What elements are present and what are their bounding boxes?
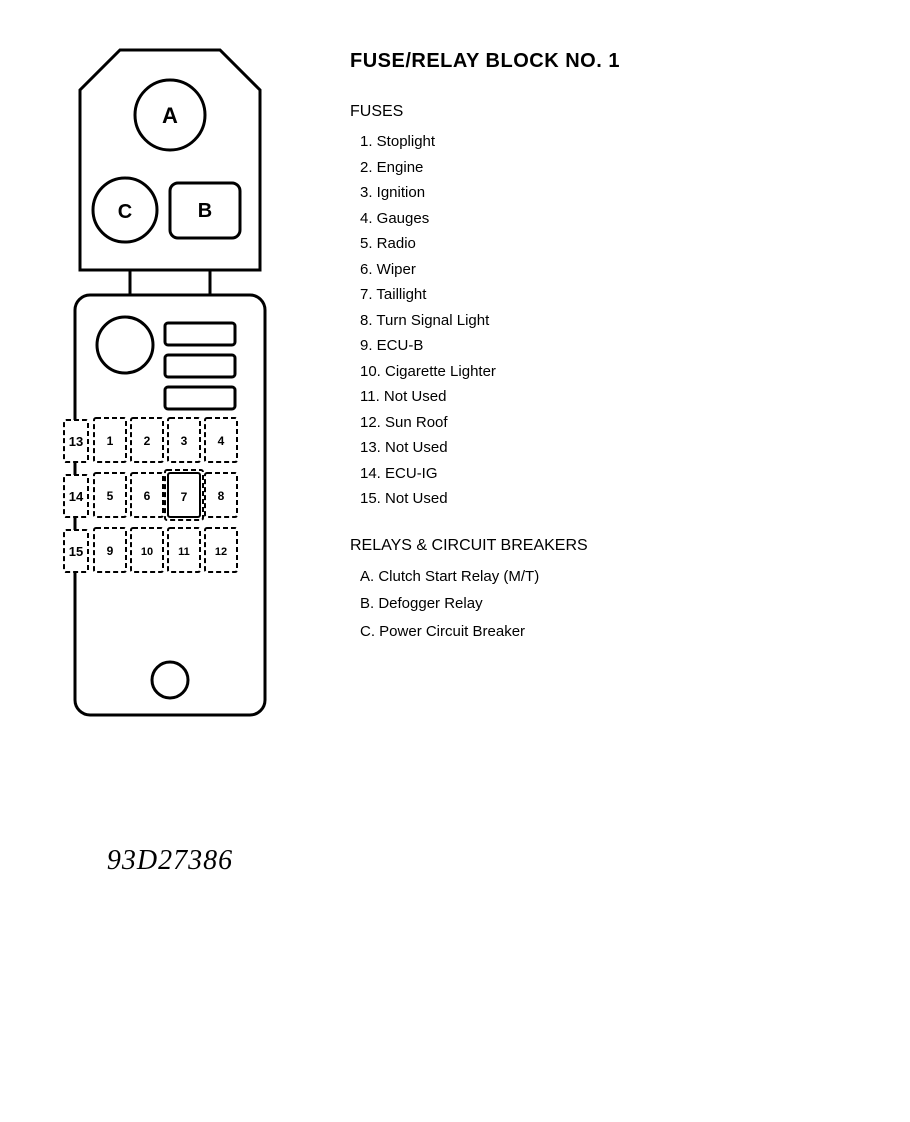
fuse-item-9: 9. ECU-B	[350, 333, 880, 359]
svg-text:4: 4	[218, 434, 225, 448]
block-title: FUSE/RELAY BLOCK NO. 1	[350, 50, 880, 73]
svg-text:5: 5	[107, 489, 114, 503]
relay-item-2: B. Defogger Relay	[350, 590, 880, 618]
diagram-caption: 93D27386	[107, 845, 233, 877]
fuse-item-7: 7. Taillight	[350, 282, 880, 308]
svg-text:A: A	[162, 103, 178, 128]
info-section: FUSE/RELAY BLOCK NO. 1 FUSES 1. Stopligh…	[350, 40, 880, 646]
relay-list: A. Clutch Start Relay (M/T)B. Defogger R…	[350, 563, 880, 646]
fuse-item-4: 4. Gauges	[350, 206, 880, 232]
svg-text:13: 13	[69, 434, 83, 449]
fuse-item-1: 1. Stoplight	[350, 129, 880, 155]
svg-text:C: C	[118, 201, 132, 223]
svg-text:10: 10	[141, 546, 153, 558]
fuse-item-11: 11. Not Used	[350, 384, 880, 410]
svg-text:14: 14	[69, 489, 84, 504]
relay-item-1: A. Clutch Start Relay (M/T)	[350, 563, 880, 591]
fuse-item-5: 5. Radio	[350, 231, 880, 257]
fuse-item-13: 13. Not Used	[350, 435, 880, 461]
fuse-item-2: 2. Engine	[350, 155, 880, 181]
fuse-item-15: 15. Not Used	[350, 486, 880, 512]
fuse-item-12: 12. Sun Roof	[350, 410, 880, 436]
svg-text:9: 9	[107, 544, 114, 558]
svg-text:12: 12	[215, 546, 227, 558]
relays-label: RELAYS & CIRCUIT BREAKERS	[350, 537, 880, 555]
fuse-item-6: 6. Wiper	[350, 257, 880, 283]
svg-text:15: 15	[69, 544, 83, 559]
fuse-item-10: 10. Cigarette Lighter	[350, 359, 880, 385]
svg-text:6: 6	[144, 489, 151, 503]
fuse-item-14: 14. ECU-IG	[350, 461, 880, 487]
svg-text:1: 1	[107, 434, 114, 448]
page-container: A C B 13 1	[30, 40, 880, 877]
svg-text:11: 11	[178, 546, 190, 558]
svg-text:3: 3	[181, 434, 188, 448]
svg-text:8: 8	[218, 489, 225, 503]
diagram-section: A C B 13 1	[30, 40, 310, 877]
fuse-list: 1. Stoplight2. Engine3. Ignition4. Gauge…	[350, 129, 880, 512]
fuses-label: FUSES	[350, 103, 880, 121]
svg-text:7: 7	[181, 490, 188, 504]
relay-item-3: C. Power Circuit Breaker	[350, 618, 880, 646]
svg-text:B: B	[198, 200, 212, 222]
fuse-block-diagram: A C B 13 1	[60, 40, 280, 820]
svg-text:2: 2	[144, 434, 151, 448]
fuse-item-3: 3. Ignition	[350, 180, 880, 206]
fuse-item-8: 8. Turn Signal Light	[350, 308, 880, 334]
